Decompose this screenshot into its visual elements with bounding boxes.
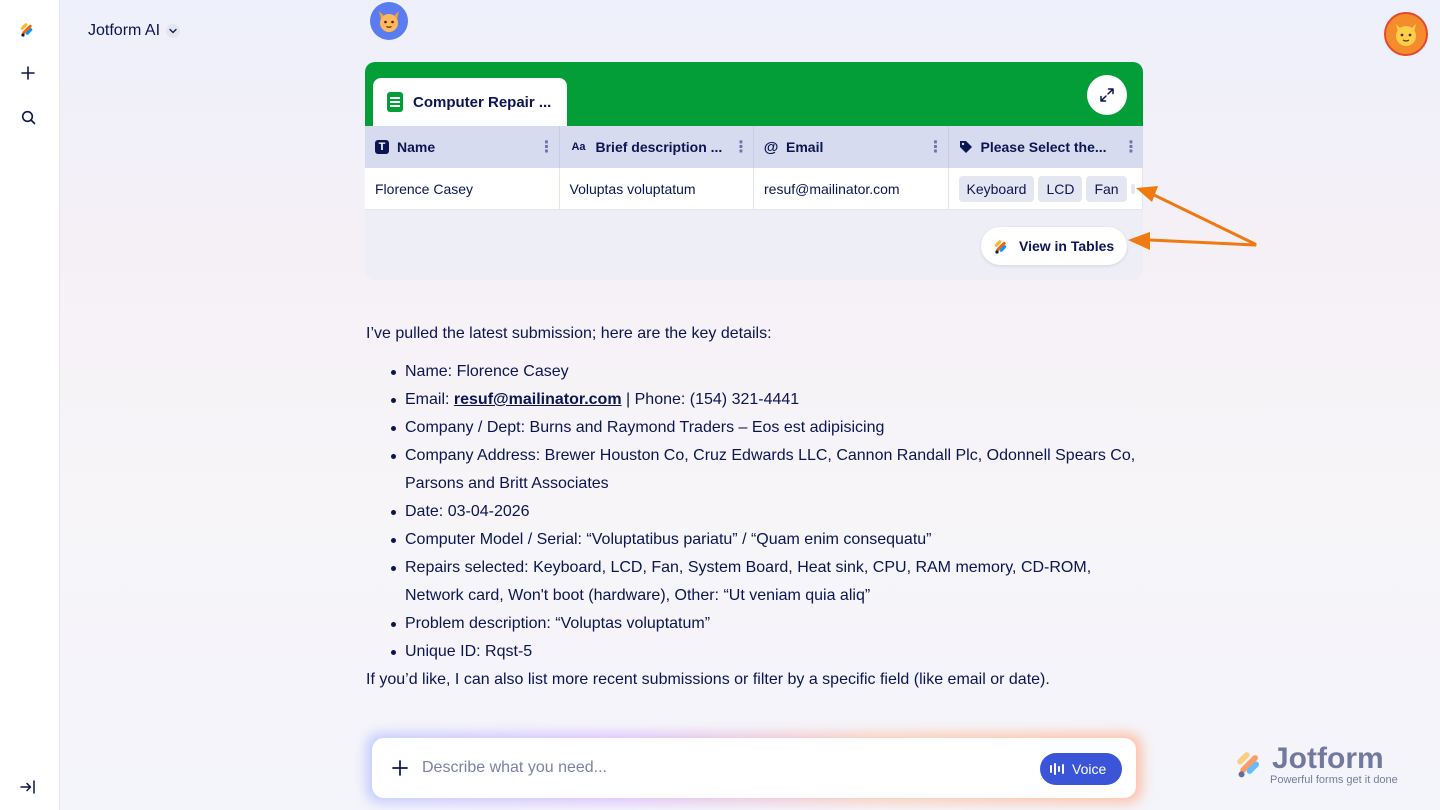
table-tab[interactable]: Computer Repair ... [373,78,567,126]
jotform-tables-icon [994,240,1007,254]
view-in-tables-label: View in Tables [1019,238,1115,254]
table-header-row: T Name ⋮ Aa Brief description ... ⋮ @ Em… [365,126,1143,168]
message-intro: I’ve pulled the latest submission; here … [366,325,772,342]
table-preview-card: Computer Repair ... T Name ⋮ Aa Brief de… [365,62,1143,280]
at-icon: @ [763,138,779,156]
table-tab-title: Computer Repair ... [413,93,552,111]
column-header-email[interactable]: @ Email ⋮ [754,126,949,168]
jotform-watermark: Jotform Powerful forms get it done [1234,742,1414,790]
voice-button[interactable]: Voice [1040,753,1122,785]
font-type-icon: Aa [571,141,586,153]
watermark-name: Jotform [1272,742,1384,775]
submissions-table: T Name ⋮ Aa Brief description ... ⋮ @ Em… [365,126,1143,210]
composer: Voice [372,738,1136,798]
column-header-name[interactable]: T Name ⋮ [365,126,560,168]
prompt-input[interactable] [422,759,1022,777]
cell-description[interactable]: Voluptas voluptatum [559,168,754,210]
expand-button[interactable] [1087,75,1127,115]
list-item: Problem description: “Voluptas voluptatu… [366,610,1136,638]
list-item: Company Address: Brewer Houston Co, Cruz… [366,442,1136,498]
cell-name[interactable]: Florence Casey [365,168,560,210]
column-menu-icon[interactable]: ⋮ [928,137,944,157]
column-header-description[interactable]: Aa Brief description ... ⋮ [559,126,754,168]
list-item: Company / Dept: Burns and Raymond Trader… [366,414,1136,442]
list-item: Email: resuf@mailinator.com | Phone: (15… [366,386,1136,414]
column-menu-icon[interactable]: ⋮ [733,137,749,157]
card-header: Computer Repair ... [365,62,1143,126]
view-in-tables-button[interactable]: View in Tables [981,227,1127,265]
list-item: Unique ID: Rqst-5 [366,638,1136,666]
annotation-arrows [1128,186,1257,250]
list-item: Date: 03-04-2026 [366,498,1136,526]
assistant-message: I’ve pulled the latest submission; here … [366,320,1136,694]
app-title-dropdown[interactable]: Jotform AI [88,22,181,40]
chevron-down-icon [166,24,181,38]
watermark-tagline: Powerful forms get it done [1270,774,1398,786]
details-list: Name: Florence Casey Email: resuf@mailin… [366,358,1136,666]
column-menu-icon[interactable]: ⋮ [539,137,555,157]
sheet-icon [387,92,403,112]
message-outro: If you’d like, I can also list more rece… [366,671,1050,688]
cell-select[interactable]: Keyboard LCD Fan [948,168,1143,210]
search-icon[interactable] [14,103,42,131]
email-link[interactable]: resuf@mailinator.com [454,391,622,408]
voice-wave-icon [1050,763,1064,775]
voice-label: Voice [1072,761,1107,777]
left-rail [0,0,60,810]
table-row[interactable]: Florence Casey Voluptas voluptatum resuf… [365,168,1143,210]
text-type-icon: T [375,140,389,154]
chip: LCD [1038,175,1083,202]
list-item: Repairs selected: Keyboard, LCD, Fan, Sy… [366,554,1136,610]
expand-icon [1100,88,1114,102]
agent-avatar [370,2,408,40]
tag-icon [959,140,973,154]
chip: Keyboard [958,175,1035,202]
jotform-logo-icon [1237,752,1260,778]
app-title: Jotform AI [88,22,161,39]
cell-email[interactable]: resuf@mailinator.com [754,168,949,210]
list-item: Computer Model / Serial: “Voluptatibus p… [366,526,1136,554]
user-avatar[interactable] [1384,12,1428,56]
column-menu-icon[interactable]: ⋮ [1123,137,1139,157]
column-header-select[interactable]: Please Select the... ⋮ [948,126,1143,168]
list-item: Name: Florence Casey [366,358,1136,386]
jotform-logo-icon[interactable] [14,15,42,43]
add-attachment-icon[interactable] [392,760,408,776]
new-chat-plus-icon[interactable] [14,59,42,87]
expand-sidebar-icon[interactable] [14,773,42,801]
